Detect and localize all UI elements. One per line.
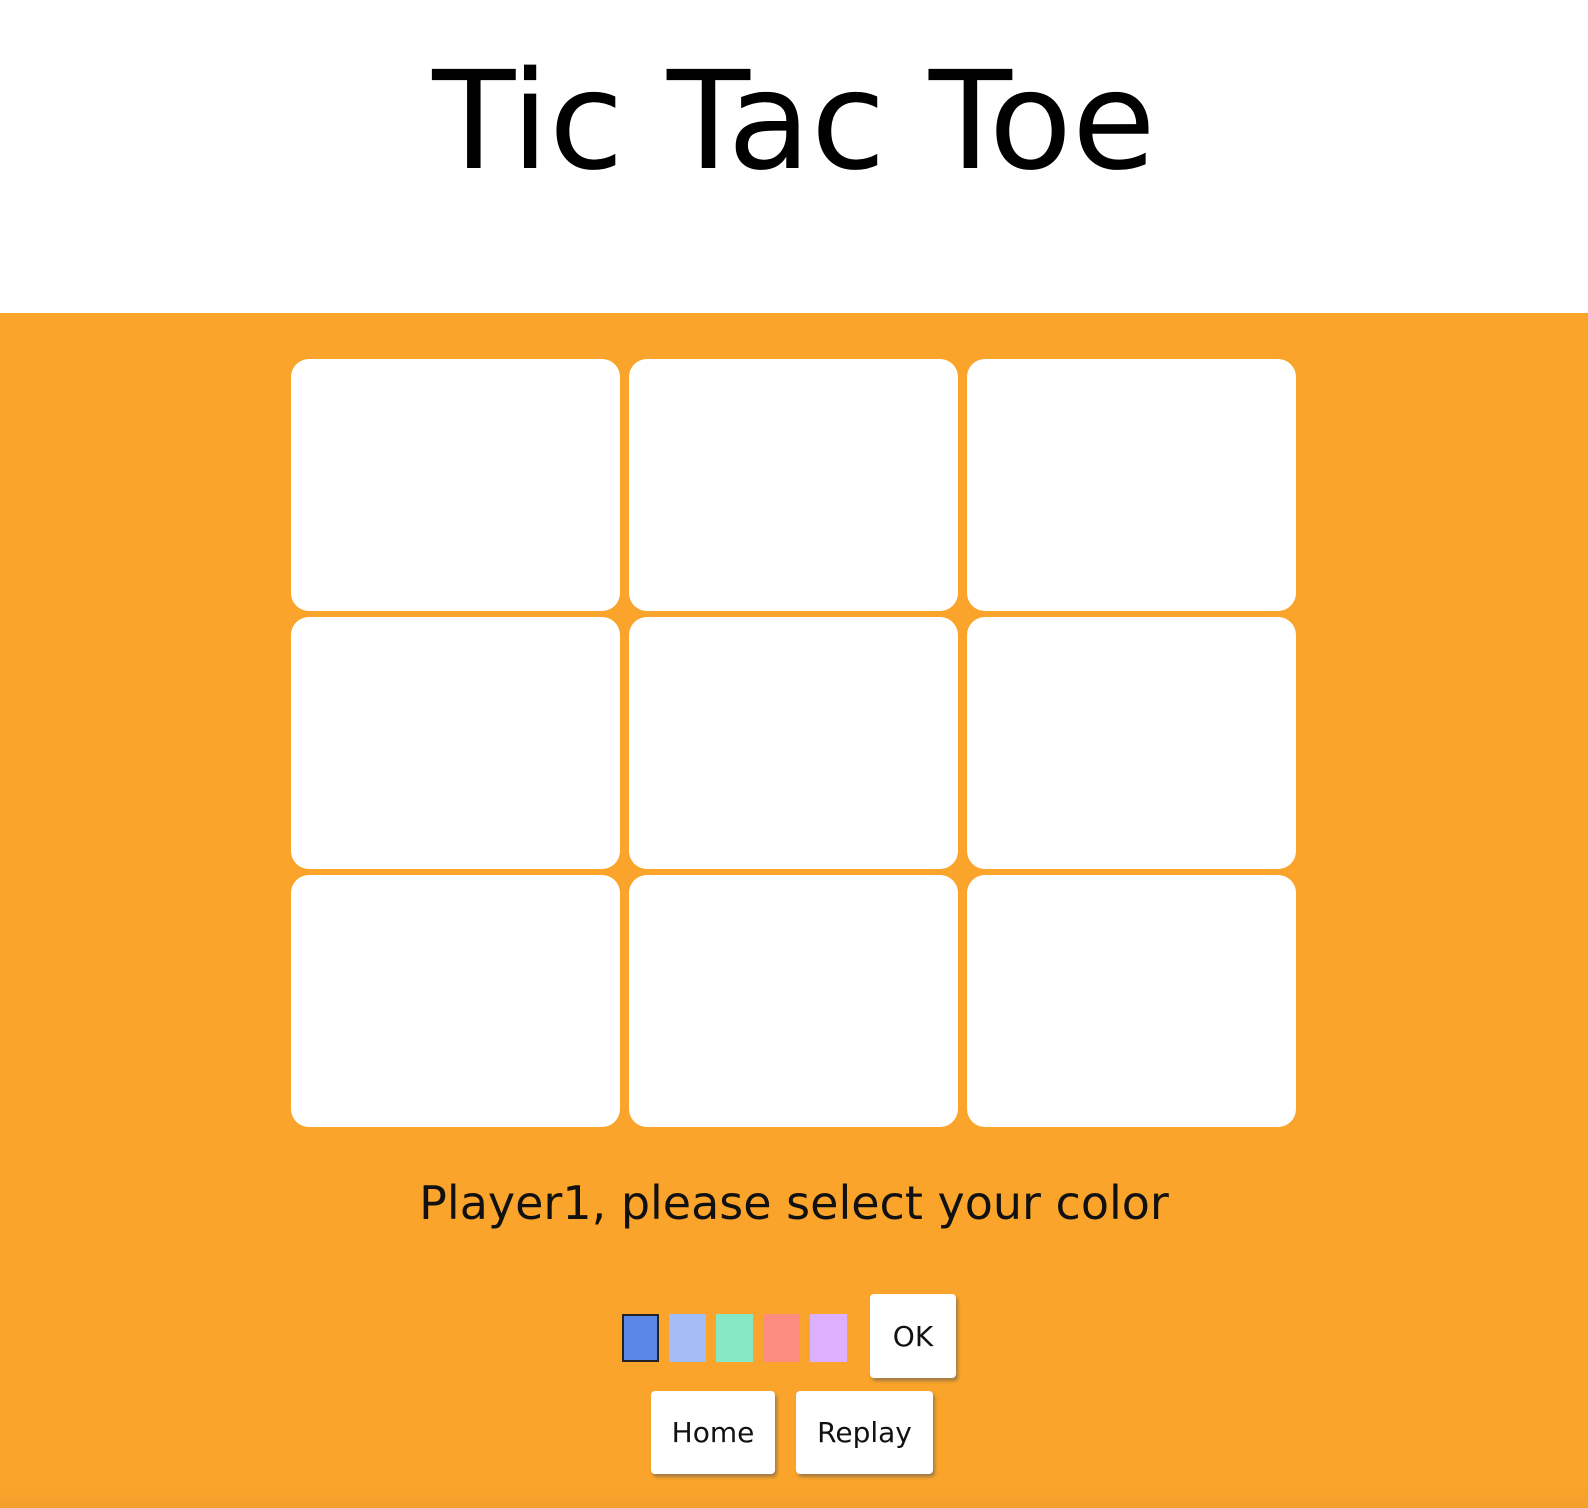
game-area: Player1, please select your color OK Hom… [0,313,1588,1508]
game-board [291,359,1296,1127]
page-title: Tic Tac Toe [432,43,1156,201]
board-cell-4[interactable] [291,617,620,869]
color-swatch-5[interactable] [810,1314,847,1362]
header: Tic Tac Toe [0,0,1588,313]
ok-button[interactable]: OK [870,1294,956,1378]
board-cell-3[interactable] [967,359,1296,611]
board-cell-7[interactable] [291,875,620,1127]
status-prompt: Player1, please select your color [419,1176,1169,1230]
color-swatch-2[interactable] [669,1314,706,1362]
bottom-shade [0,1486,1588,1508]
home-button[interactable]: Home [651,1391,775,1474]
color-swatch-3[interactable] [716,1314,753,1362]
color-swatch-4[interactable] [763,1314,800,1362]
board-cell-2[interactable] [629,359,958,611]
board-cell-8[interactable] [629,875,958,1127]
color-picker [622,1314,847,1362]
replay-button[interactable]: Replay [796,1391,933,1474]
board-cell-1[interactable] [291,359,620,611]
board-cell-9[interactable] [967,875,1296,1127]
board-cell-6[interactable] [967,617,1296,869]
board-cell-5[interactable] [629,617,958,869]
color-swatch-1[interactable] [622,1314,659,1362]
